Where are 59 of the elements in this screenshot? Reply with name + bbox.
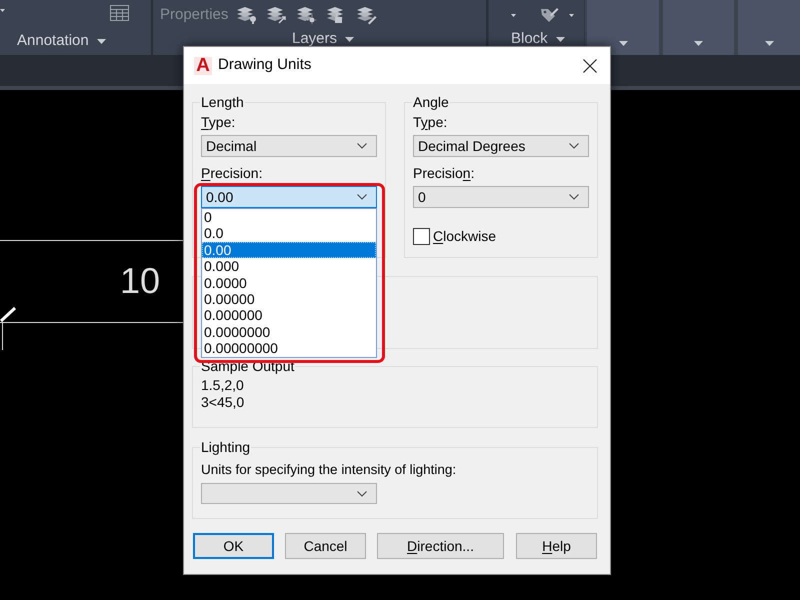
precision-dropdown[interactable]: 0 (413, 186, 589, 208)
dimension-text: 10 (120, 262, 160, 300)
caret-icon (569, 14, 574, 16)
dropdown-option[interactable]: 0.00000 (202, 290, 376, 308)
caret-icon (556, 36, 565, 42)
group-title: Length (200, 94, 245, 110)
field-label: Type: (413, 114, 448, 130)
chevron-down-icon (357, 194, 367, 200)
tick-mark (0, 306, 16, 322)
caret-icon (764, 41, 774, 46)
caret-icon (345, 36, 354, 42)
chevron-down-icon (569, 194, 579, 200)
app-logo: A (194, 56, 212, 74)
caret-icon (511, 14, 516, 16)
dropdown-option[interactable]: 0 (202, 209, 376, 226)
field-label: Type: (201, 114, 236, 130)
panel-title-button[interactable]: Annotation (17, 32, 106, 50)
cancel-button[interactable]: Cancel (285, 533, 366, 559)
field-label: Precision: (413, 165, 474, 181)
group-title: Lighting (200, 439, 252, 455)
dropdown-option[interactable]: 0.0000000 (202, 324, 376, 340)
checkbox-label[interactable]: Clockwise (433, 228, 496, 244)
collapsed-panel-button[interactable] (587, 0, 659, 55)
sample-output-line: 1.5,2,0 (201, 377, 244, 394)
layers-pen-icon[interactable] (356, 6, 378, 24)
direction-button[interactable]: Direction... (377, 533, 504, 559)
dropdown-option[interactable]: 0.000 (202, 258, 376, 275)
caret-icon (0, 9, 5, 12)
extension-line (2, 322, 3, 350)
field-label: Units for specifying the intensity of lighting: (201, 462, 456, 478)
chevron-down-icon (357, 490, 367, 496)
dropdown-option[interactable]: 0.0000 (202, 274, 376, 291)
help-button[interactable]: Help (516, 533, 597, 559)
layers-sun-icon[interactable] (296, 6, 318, 24)
dropdown-option[interactable]: 0.00 (202, 242, 376, 258)
layers-arrow-icon[interactable] (266, 6, 288, 24)
window-title: Drawing Units (218, 55, 312, 76)
chevron-down-icon (357, 143, 367, 149)
layers-bulb-icon[interactable] (236, 6, 258, 24)
sample-output-line: 3<45,0 (201, 394, 244, 411)
caret-icon (694, 41, 703, 46)
table-icon[interactable] (110, 5, 129, 21)
group-title: Angle (412, 94, 450, 110)
dropdown-option[interactable]: 0.000000 (202, 307, 376, 324)
panel-title-button[interactable]: Block (511, 30, 565, 48)
caret-icon (96, 38, 106, 44)
dropdown-option[interactable]: 0.00000000 (202, 340, 376, 357)
close-icon[interactable] (583, 58, 597, 72)
chevron-down-icon (569, 143, 579, 149)
ok-button[interactable]: OK (193, 533, 274, 559)
field-label: Precision: (201, 165, 262, 181)
panel-title-button[interactable]: Layers (292, 30, 354, 48)
type-dropdown[interactable]: Decimal Degrees (413, 135, 589, 157)
precision-dropdown[interactable]: 0.00 (201, 186, 377, 208)
dropdown-option[interactable]: 0.0 (202, 225, 376, 242)
checkbox[interactable] (413, 228, 430, 244)
tag-edit-icon[interactable] (540, 6, 559, 24)
type-dropdown[interactable]: Decimal (201, 135, 377, 157)
caret-icon (618, 41, 628, 46)
